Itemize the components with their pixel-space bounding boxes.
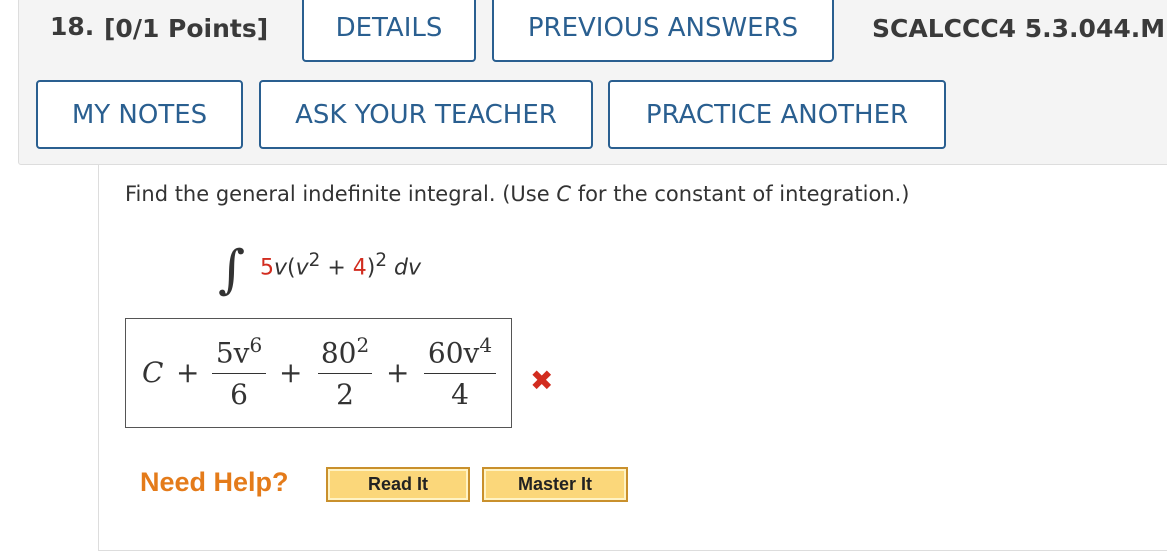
previous-answers-button-label: PREVIOUS ANSWERS (527, 13, 799, 43)
term-3-numerator-base: 60v (427, 336, 480, 370)
integrand-differential: dv (394, 255, 421, 281)
term-3-fraction-bar (424, 373, 496, 375)
integrand-plus: + (320, 255, 353, 281)
incorrect-x-icon: ✖ (530, 364, 554, 397)
question-code: SCALCCC4 5.3.044.MI. (872, 14, 1167, 43)
integrand-coefficient: 5 (260, 255, 274, 281)
integrand-inner-var: v (295, 255, 309, 281)
answer-term-3: 60v4 4 (424, 333, 496, 411)
integrand-outer-exponent: 2 (375, 250, 388, 271)
term-3-denominator: 4 (451, 378, 469, 412)
term-2-denominator: 2 (336, 378, 354, 412)
answer-input-box[interactable]: C + 5v6 6 + 802 2 + 60v4 4 (125, 318, 512, 428)
read-it-button-label: Read It (367, 474, 428, 494)
answer-plus-1: + (176, 356, 200, 389)
my-notes-button-label: MY NOTES (71, 99, 208, 130)
prompt-constant-var: C (556, 182, 572, 206)
integrand-constant: 4 (352, 255, 367, 281)
master-it-button-label: Master It (517, 474, 593, 494)
ask-your-teacher-button-label: ASK YOUR TEACHER (295, 99, 557, 130)
integral-sign: ∫ (218, 240, 246, 300)
integrand-var: v (274, 255, 288, 281)
term-3-numerator-exponent: 4 (479, 333, 493, 357)
read-it-button[interactable]: Read It (326, 467, 470, 502)
details-button[interactable]: DETAILS (302, 0, 476, 62)
my-notes-button[interactable]: MY NOTES (36, 80, 243, 149)
details-button-label: DETAILS (335, 13, 443, 43)
term-1-numerator-base: 5v (215, 336, 250, 370)
master-it-button[interactable]: Master It (482, 467, 628, 502)
answer-term-2: 802 2 (318, 333, 372, 411)
prompt-text-start: Find the general indefinite integral. (U… (125, 182, 557, 206)
prompt-text-end: for the constant of integration.) (571, 182, 910, 206)
problem-prompt: Find the general indefinite integral. (U… (125, 182, 910, 206)
ask-your-teacher-button[interactable]: ASK YOUR TEACHER (259, 80, 593, 149)
term-2-numerator-exponent: 2 (356, 333, 370, 357)
practice-another-button[interactable]: PRACTICE ANOTHER (608, 80, 946, 149)
term-2-fraction-bar (318, 373, 372, 375)
question-points: [0/1 Points] (104, 14, 269, 43)
answer-plus-2: + (279, 356, 303, 389)
previous-answers-button[interactable]: PREVIOUS ANSWERS (492, 0, 834, 62)
term-1-numerator: 5v6 (212, 333, 266, 369)
term-2-numerator: 802 (318, 333, 372, 369)
integrand-open-paren: ( (287, 255, 296, 281)
practice-another-button-label: PRACTICE ANOTHER (645, 99, 909, 130)
term-2-numerator-base: 80 (320, 336, 357, 370)
integrand-expression: 5v(v2 + 4)2 dv (260, 250, 421, 280)
term-3-numerator: 60v4 (424, 333, 496, 369)
term-1-denominator: 6 (230, 378, 248, 412)
answer-plus-3: + (386, 356, 410, 389)
term-1-numerator-exponent: 6 (249, 333, 263, 357)
term-1-fraction-bar (212, 373, 266, 375)
answer-constant: C (142, 356, 164, 389)
integrand-inner-exponent: 2 (308, 250, 321, 271)
answer-term-1: 5v6 6 (212, 333, 266, 411)
need-help-label: Need Help? (140, 467, 289, 497)
question-number: 18. (50, 12, 95, 41)
